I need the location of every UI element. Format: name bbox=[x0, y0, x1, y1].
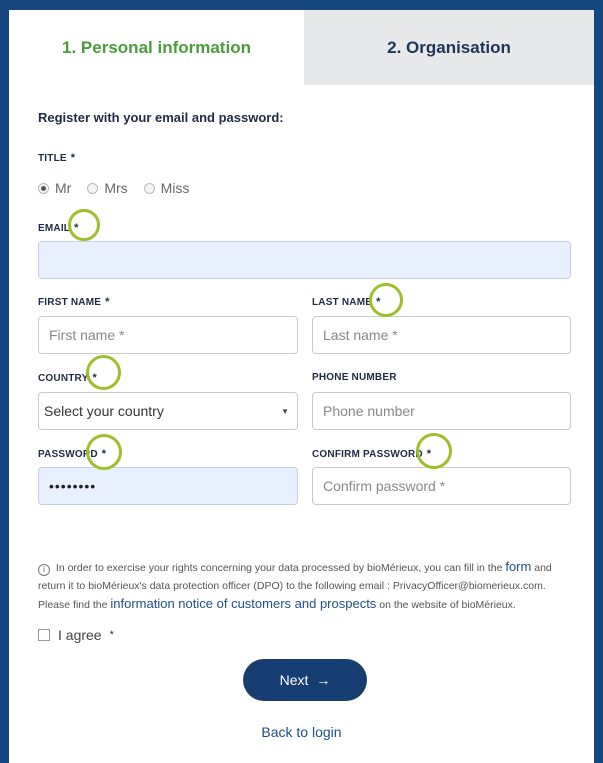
radio-miss[interactable]: Miss bbox=[143, 180, 189, 196]
step-tabs: 1. Personal information 2. Organisation bbox=[9, 10, 594, 85]
phone-label: PHONE NUMBER bbox=[312, 372, 397, 383]
highlight-ring bbox=[86, 355, 121, 390]
tab-organisation[interactable]: 2. Organisation bbox=[304, 10, 594, 85]
next-button[interactable]: Next → bbox=[243, 659, 367, 701]
first-name-field[interactable]: First name * bbox=[38, 316, 298, 354]
radio-mrs[interactable]: Mrs bbox=[87, 180, 128, 196]
information-notice-link[interactable]: information notice of customers and pros… bbox=[110, 596, 376, 611]
radio-mrs-dot[interactable] bbox=[87, 182, 99, 194]
phone-field[interactable]: Phone number bbox=[312, 392, 571, 430]
confirm-password-label: CONFIRM PASSWORD * bbox=[312, 448, 432, 460]
highlight-ring bbox=[416, 433, 452, 469]
back-to-login-link[interactable]: Back to login bbox=[0, 724, 603, 740]
radio-miss-dot[interactable] bbox=[143, 182, 155, 194]
highlight-ring bbox=[86, 434, 122, 470]
radio-mr-dot[interactable] bbox=[38, 182, 49, 194]
highlight-ring bbox=[68, 209, 100, 241]
register-intro: Register with your email and password: bbox=[38, 110, 284, 125]
agree-checkbox[interactable] bbox=[38, 629, 50, 641]
title-radio-group: Mr Mrs Miss bbox=[38, 180, 205, 196]
radio-mr[interactable]: Mr bbox=[38, 180, 71, 196]
highlight-ring bbox=[369, 283, 403, 317]
agree-row: I agree * bbox=[38, 627, 114, 643]
country-select[interactable]: Select your country ▼ bbox=[38, 392, 298, 430]
required-mark: * bbox=[70, 152, 76, 164]
info-icon: i bbox=[38, 564, 50, 576]
privacy-notice: i In order to exercise your rights conce… bbox=[38, 559, 552, 611]
chevron-down-icon: ▼ bbox=[281, 407, 289, 416]
email-field[interactable] bbox=[38, 241, 571, 279]
last-name-field[interactable]: Last name * bbox=[312, 316, 571, 354]
confirm-password-field[interactable]: Confirm password * bbox=[312, 467, 571, 505]
password-field[interactable]: •••••••• bbox=[38, 467, 298, 505]
arrow-right-icon: → bbox=[316, 672, 331, 688]
tab-personal-information[interactable]: 1. Personal information bbox=[9, 10, 304, 85]
first-name-label: FIRST NAME * bbox=[38, 296, 110, 308]
title-label: TITLE * bbox=[38, 152, 76, 164]
form-link[interactable]: form bbox=[505, 559, 531, 574]
